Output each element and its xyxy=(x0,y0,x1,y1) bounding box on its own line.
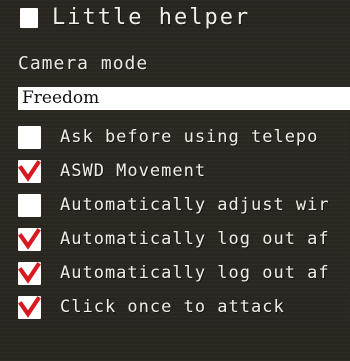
checkbox-automatically-adjust[interactable] xyxy=(18,193,41,217)
option-label-auto-log-out-2: Automatically log out af xyxy=(60,262,330,283)
camera-mode-select[interactable]: Freedom xyxy=(18,87,350,110)
option-label-aswd-movement: ASWD Movement xyxy=(60,160,207,181)
option-label-ask-before-teleport: Ask before using telepo xyxy=(60,126,319,147)
checkmark-icon xyxy=(18,295,41,318)
option-ask-before-teleport[interactable]: Ask before using telepo xyxy=(0,120,350,154)
checkbox-aswd-movement[interactable] xyxy=(18,159,41,183)
panel-header: Little helper xyxy=(0,0,350,36)
checkbox-ask-before-teleport[interactable] xyxy=(18,125,41,149)
option-label-auto-log-out-1: Automatically log out af xyxy=(60,228,330,249)
option-automatically-adjust[interactable]: Automatically adjust wir xyxy=(0,188,350,222)
little-helper-panel: Little helper Camera mode Freedom Ask be… xyxy=(0,0,350,361)
option-label-automatically-adjust: Automatically adjust wir xyxy=(60,194,330,215)
checkmark-icon xyxy=(18,227,41,250)
option-aswd-movement[interactable]: ASWD Movement xyxy=(0,154,350,188)
camera-mode-value: Freedom xyxy=(22,88,100,108)
option-auto-log-out-1[interactable]: Automatically log out af xyxy=(0,222,350,256)
title-square-icon xyxy=(20,8,38,28)
camera-mode-label: Camera mode xyxy=(18,53,149,74)
panel-title: Little helper xyxy=(52,5,251,30)
checkbox-auto-log-out-1[interactable] xyxy=(18,227,41,251)
checkbox-click-once-to-attack[interactable] xyxy=(18,295,41,319)
options-list: Ask before using telepo ASWD Movement Au… xyxy=(0,120,350,324)
option-label-click-once-to-attack: Click once to attack xyxy=(60,296,285,317)
option-auto-log-out-2[interactable]: Automatically log out af xyxy=(0,256,350,290)
checkmark-icon xyxy=(18,159,41,182)
checkmark-icon xyxy=(18,261,41,284)
checkbox-auto-log-out-2[interactable] xyxy=(18,261,41,285)
option-click-once-to-attack[interactable]: Click once to attack xyxy=(0,290,350,324)
